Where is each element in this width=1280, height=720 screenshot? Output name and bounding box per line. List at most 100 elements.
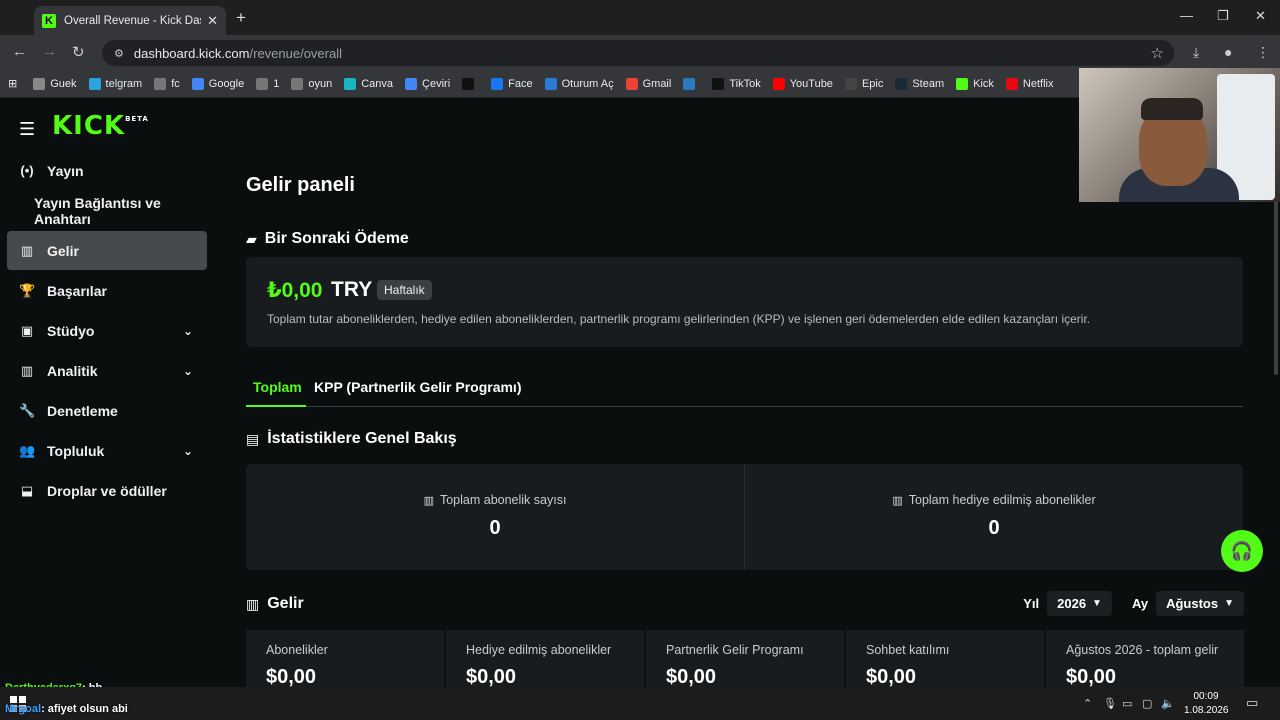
- bookmark-item[interactable]: Netflix: [1005, 77, 1053, 90]
- profile-avatar-icon[interactable]: ●: [1224, 44, 1232, 60]
- sidebar-item[interactable]: ▥ Analitik ⌄: [7, 351, 207, 390]
- bookmark-favicon-icon: [683, 77, 696, 90]
- bookmark-star-icon[interactable]: ☆: [1151, 44, 1164, 62]
- sidebar: ☰ KICKBETA (•) Yayın Yayın Bağlantısı ve A…: [0, 99, 220, 687]
- tray-chevron-icon[interactable]: ⌃: [1083, 697, 1092, 710]
- tab-total[interactable]: Toplam: [253, 379, 302, 395]
- stats-heading: ▤ İstatistiklere Genel Bakış: [246, 430, 457, 448]
- revenue-card-label: Sohbet katılımı: [866, 643, 950, 657]
- sidebar-item[interactable]: 👥 Topluluk ⌄: [7, 431, 207, 470]
- battery-icon[interactable]: ▭: [1122, 697, 1132, 710]
- bookmark-item[interactable]: Oturum Aç: [544, 77, 614, 90]
- bookmark-label: telgram: [105, 77, 143, 90]
- bookmark-favicon-icon: [154, 77, 167, 90]
- year-select[interactable]: 2026 ▼: [1047, 591, 1112, 616]
- minimize-icon[interactable]: —: [1180, 8, 1193, 23]
- sidebar-item-label: Denetleme: [47, 402, 118, 419]
- bookmark-item[interactable]: Epic: [844, 77, 884, 90]
- browser-tab[interactable]: K Overall Revenue - Kick Dashboard ✕: [34, 6, 226, 35]
- close-icon[interactable]: ✕: [207, 13, 218, 29]
- sidebar-item[interactable]: 🏆 Başarılar: [7, 271, 207, 310]
- window-close-icon[interactable]: ✕: [1255, 8, 1266, 24]
- bookmark-label: Canva: [361, 77, 394, 90]
- bookmark-favicon-icon: [291, 77, 304, 90]
- menu-kebab-icon[interactable]: ⋮: [1256, 44, 1270, 61]
- network-icon[interactable]: ▢: [1142, 697, 1152, 710]
- sidebar-item-label: Yayın Bağlantısı ve Anahtarı: [34, 194, 161, 227]
- bookmark-favicon-icon: [462, 77, 475, 90]
- chevron-down-icon: ▼: [1092, 598, 1102, 609]
- webcam-overlay: [1079, 68, 1280, 202]
- bookmark-item[interactable]: oyun: [291, 77, 332, 90]
- bookmark-label: fc: [171, 77, 180, 90]
- forward-icon[interactable]: →: [42, 43, 57, 60]
- hamburger-menu-icon[interactable]: ☰: [19, 119, 35, 140]
- notifications-icon[interactable]: ▭: [1246, 695, 1258, 711]
- payout-currency: TRY: [331, 278, 373, 301]
- revenue-card-gifted: Hediye edilmiş abonelikler $0,00: [446, 630, 644, 688]
- sidebar-item[interactable]: (•) Yayın: [7, 151, 207, 190]
- kick-logo[interactable]: KICKBETA: [52, 111, 149, 141]
- bookmark-favicon-icon: [712, 77, 725, 90]
- new-tab-icon[interactable]: +: [236, 8, 246, 28]
- bookmark-item[interactable]: Canva: [344, 77, 394, 90]
- year-value: 2026: [1057, 596, 1087, 611]
- sidebar-item-label: Yayın: [47, 162, 84, 179]
- bookmark-item[interactable]: Face: [491, 77, 533, 90]
- bookmark-item[interactable]: 1: [256, 77, 279, 90]
- sidebar-item[interactable]: ⬓ Droplar ve ödüller: [7, 471, 207, 510]
- bookmark-label: Çeviri: [422, 77, 451, 90]
- bookmark-item[interactable]: Google: [191, 77, 244, 90]
- bookmark-item[interactable]: Kick: [956, 77, 994, 90]
- bookmark-item[interactable]: Steam: [895, 77, 944, 90]
- url-path: /revenue/overall: [249, 45, 343, 61]
- payout-frequency-badge: Haftalık: [377, 280, 432, 300]
- bookmark-favicon-icon: [191, 77, 204, 90]
- bookmark-item[interactable]: TikTok: [712, 77, 761, 90]
- sidebar-item-label: Topluluk: [47, 442, 105, 459]
- site-info-icon[interactable]: ⚙: [114, 47, 124, 60]
- sidebar-item[interactable]: Yayın Bağlantısı ve Anahtarı: [7, 191, 207, 230]
- beta-badge: BETA: [125, 115, 149, 123]
- bookmark-favicon-icon: [1005, 77, 1018, 90]
- taskbar: ⌃ 🎙 ▭ ▢ 🔈 00:09 1.08.2026 ▭: [0, 687, 1280, 720]
- bookmark-label: YouTube: [789, 77, 833, 90]
- tab-kpp[interactable]: KPP (Partnerlik Gelir Programı): [314, 379, 521, 395]
- revenue-card-value: $0,00: [466, 666, 517, 688]
- bookmark-item[interactable]: Gmail: [625, 77, 672, 90]
- bookmark-label: Gmail: [642, 77, 672, 90]
- reload-icon[interactable]: ↻: [72, 43, 85, 61]
- url-input[interactable]: ⚙ dashboard.kick.com/revenue/overall ☆: [102, 40, 1174, 66]
- revenue-card-value: $0,00: [866, 666, 917, 688]
- apps-grid-icon[interactable]: ⊞: [8, 77, 17, 90]
- url-host: dashboard.kick.com: [133, 45, 250, 61]
- microphone-icon[interactable]: 🎙: [1103, 697, 1117, 710]
- bookmark-item[interactable]: fc: [154, 77, 180, 90]
- month-select[interactable]: Ağustos ▼: [1156, 591, 1244, 616]
- bookmark-item[interactable]: Guek: [33, 77, 77, 90]
- bookmark-label: Epic: [861, 77, 884, 90]
- bookmark-item[interactable]: Çeviri: [405, 77, 451, 90]
- chat-message: Mrgoal: afiyet olsun abi: [5, 703, 128, 715]
- month-label: Ay: [1131, 596, 1149, 611]
- bookmark-item[interactable]: telgram: [88, 77, 143, 90]
- sidebar-item[interactable]: 🔧 Denetleme: [7, 391, 207, 430]
- sidebar-item[interactable]: ▥ Gelir: [7, 231, 207, 270]
- sidebar-item-label: Başarılar: [47, 282, 107, 299]
- download-icon[interactable]: ⤓: [1193, 44, 1199, 61]
- clock[interactable]: 00:09 1.08.2026: [1184, 690, 1229, 718]
- maximize-icon[interactable]: ❐: [1217, 8, 1229, 24]
- revenue-card-label: Ağustos 2026 - toplam gelir: [1066, 643, 1219, 657]
- support-chat-icon[interactable]: 🎧: [1221, 530, 1263, 572]
- bookmark-item[interactable]: YouTube: [772, 77, 833, 90]
- bookmark-item[interactable]: [683, 77, 700, 90]
- revenue-card-subscriptions: Abonelikler $0,00: [246, 630, 444, 688]
- bookmark-item[interactable]: [462, 77, 479, 90]
- sidebar-item[interactable]: ▣ Stüdyo ⌄: [7, 311, 207, 350]
- bookmark-favicon-icon: [405, 77, 418, 90]
- address-bar-row: ← → ↻ ⚙ dashboard.kick.com/revenue/overa…: [0, 35, 1280, 70]
- volume-icon[interactable]: 🔈: [1161, 697, 1175, 710]
- next-payout-heading-text: Bir Sonraki Ödeme: [264, 230, 409, 247]
- chevron-down-icon: ⌄: [182, 323, 193, 338]
- back-icon[interactable]: ←: [12, 43, 27, 60]
